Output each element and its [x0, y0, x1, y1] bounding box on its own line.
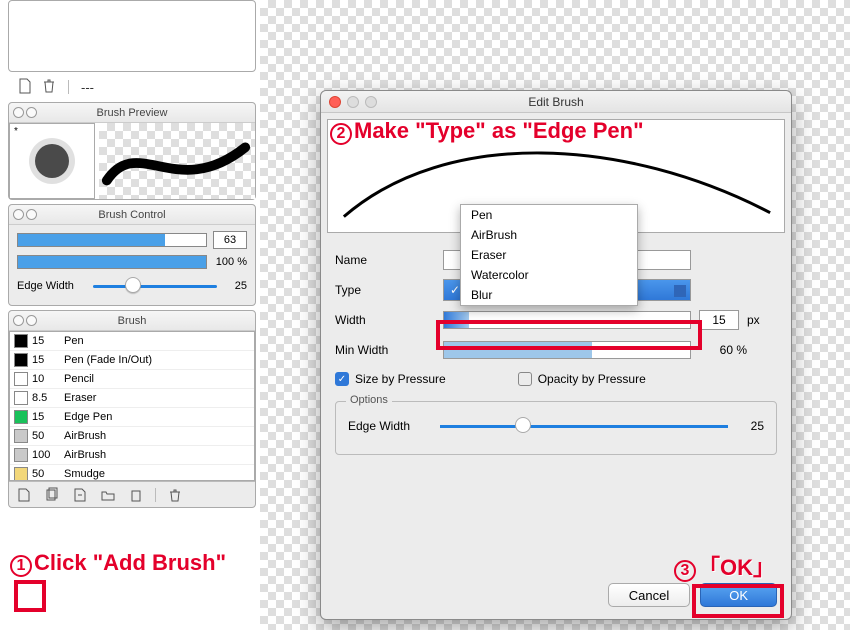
brush-list-panel: Brush 15Pen15Pen (Fade In/Out)10Pencil8.…: [8, 310, 256, 508]
copy-icon[interactable]: [127, 486, 145, 504]
brush-row[interactable]: 50AirBrush: [10, 427, 254, 446]
trash-icon[interactable]: [42, 78, 56, 97]
dialog-titlebar[interactable]: Edit Brush: [321, 91, 791, 113]
annotation-box-type: [436, 320, 702, 350]
size-pressure-label: Size by Pressure: [355, 372, 446, 386]
type-label: Type: [335, 283, 435, 297]
brush-row[interactable]: 15Pen: [10, 332, 254, 351]
annotation-box-add: [14, 580, 46, 612]
brush-row[interactable]: 10Pencil: [10, 370, 254, 389]
brush-settings-icon[interactable]: [71, 486, 89, 504]
options-legend: Options: [346, 394, 392, 406]
type-dropdown-list[interactable]: PenAirBrushEraserWatercolorBlur: [460, 204, 638, 306]
edge-width-value: 25: [223, 280, 247, 292]
dialog-title: Edit Brush: [528, 95, 583, 109]
brush-row[interactable]: 8.5Eraser: [10, 389, 254, 408]
panel-close-icon[interactable]: [13, 209, 24, 220]
dropdown-item[interactable]: Blur: [461, 285, 637, 305]
name-label: Name: [335, 253, 435, 267]
brush-stroke-preview: [99, 123, 255, 199]
panel-min-icon[interactable]: [26, 209, 37, 220]
annotation-step1: 1Click "Add Brush": [10, 550, 226, 577]
panel-title: Brush: [118, 315, 147, 327]
close-icon[interactable]: [329, 96, 341, 108]
brush-panel-footer: [9, 481, 255, 507]
brush-tip-preview: *: [9, 123, 95, 199]
size-pressure-checkbox[interactable]: ✓: [335, 372, 349, 386]
minimize-icon: [347, 96, 359, 108]
width-value[interactable]: 15: [699, 310, 739, 330]
edit-brush-dialog: Edit Brush PenAirBrushEraserWatercolorBl…: [320, 90, 792, 620]
width-label: Width: [335, 313, 435, 327]
brush-preview-panel: Brush Preview *: [8, 102, 256, 200]
add-brush-icon[interactable]: [15, 486, 33, 504]
edge-width-slider[interactable]: [93, 279, 217, 293]
annotation-box-ok: [692, 584, 784, 618]
minwidth-value: 60 %: [699, 343, 747, 357]
opacity-pressure-checkbox[interactable]: [518, 372, 532, 386]
folder-icon[interactable]: [99, 486, 117, 504]
toolbar-label: ---: [81, 80, 94, 95]
minwidth-label: Min Width: [335, 343, 435, 357]
brush-row[interactable]: 50Smudge: [10, 465, 254, 481]
panel-title: Brush Control: [98, 209, 165, 221]
cancel-button[interactable]: Cancel: [608, 583, 690, 607]
sidebar: --- Brush Preview * Brush Control 63: [0, 0, 260, 630]
maximize-icon: [365, 96, 377, 108]
brush-row[interactable]: 15Edge Pen: [10, 408, 254, 427]
panel-close-icon[interactable]: [13, 315, 24, 326]
opacity-pressure-label: Opacity by Pressure: [538, 372, 646, 386]
dlg-edge-width-label: Edge Width: [348, 419, 432, 433]
duplicate-brush-icon[interactable]: [43, 486, 61, 504]
thumbnail-placeholder: [8, 0, 256, 72]
opacity-bar[interactable]: [17, 255, 207, 269]
dlg-edge-width-value: 25: [736, 419, 764, 433]
brush-row[interactable]: 100AirBrush: [10, 446, 254, 465]
tool-row: ---: [0, 76, 260, 98]
panel-title: Brush Preview: [97, 107, 168, 119]
delete-brush-icon[interactable]: [166, 486, 184, 504]
brush-row[interactable]: 15Pen (Fade In/Out): [10, 351, 254, 370]
panel-close-icon[interactable]: [13, 107, 24, 118]
width-unit: px: [747, 313, 760, 327]
dropdown-item[interactable]: Eraser: [461, 245, 637, 265]
brush-control-panel: Brush Control 63 100 % Edge Width 25: [8, 204, 256, 306]
size-value[interactable]: 63: [213, 231, 247, 249]
dropdown-item[interactable]: Watercolor: [461, 265, 637, 285]
opacity-value: 100 %: [213, 256, 247, 268]
dlg-edge-width-slider[interactable]: [440, 419, 728, 433]
panel-min-icon[interactable]: [26, 315, 37, 326]
dropdown-item[interactable]: Pen: [461, 205, 637, 225]
new-doc-icon[interactable]: [18, 78, 32, 97]
dropdown-item[interactable]: AirBrush: [461, 225, 637, 245]
check-icon: ✓: [450, 283, 460, 297]
panel-min-icon[interactable]: [26, 107, 37, 118]
annotation-step2: 2Make "Type" as "Edge Pen": [330, 118, 644, 145]
brush-list[interactable]: 15Pen15Pen (Fade In/Out)10Pencil8.5Erase…: [9, 331, 255, 481]
options-group: Options Edge Width 25: [335, 401, 777, 455]
edge-width-label: Edge Width: [17, 280, 87, 292]
annotation-step3: 3「OK」: [674, 550, 775, 582]
size-bar[interactable]: [17, 233, 207, 247]
